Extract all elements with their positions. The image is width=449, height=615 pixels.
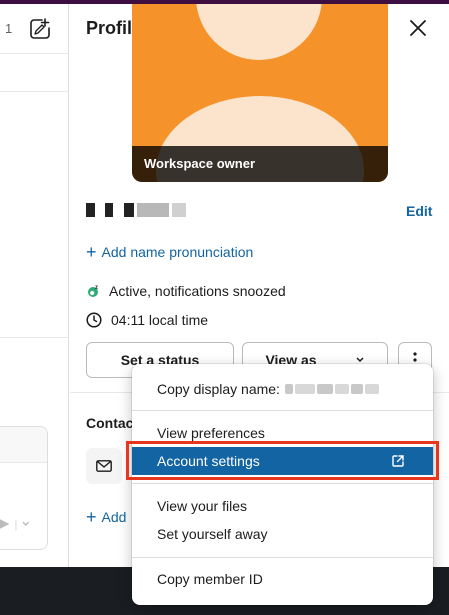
menu-divider bbox=[132, 483, 433, 484]
send-icon[interactable] bbox=[0, 517, 10, 531]
mail-icon bbox=[96, 460, 112, 472]
set-yourself-away-label: Set yourself away bbox=[157, 526, 268, 542]
account-settings-label: Account settings bbox=[157, 453, 260, 469]
plus-icon: + bbox=[86, 242, 97, 262]
active-snoozed-icon: z bbox=[88, 285, 98, 297]
menu-item-set-yourself-away[interactable]: Set yourself away bbox=[132, 520, 433, 548]
svg-text:z: z bbox=[95, 285, 98, 291]
chevron-down-icon[interactable] bbox=[21, 519, 31, 529]
avatar-head bbox=[196, 4, 322, 60]
view-preferences-label: View preferences bbox=[157, 425, 265, 441]
close-icon[interactable] bbox=[406, 16, 430, 40]
add-contact-label: Add bbox=[101, 509, 127, 525]
menu-item-copy-member-id[interactable]: Copy member ID bbox=[132, 565, 433, 593]
menu-item-account-settings[interactable]: Account settings bbox=[132, 447, 433, 475]
divider bbox=[0, 91, 69, 92]
local-time-row: 04:11 local time bbox=[86, 312, 208, 328]
display-name-redacted bbox=[86, 203, 186, 217]
presence-status: Active, notifications snoozed bbox=[109, 283, 286, 299]
conversation-header: 1 bbox=[0, 4, 69, 54]
presence-row: z Active, notifications snoozed bbox=[86, 283, 286, 299]
menu-item-view-your-files[interactable]: View your files bbox=[132, 492, 433, 520]
contact-section-title: Contac bbox=[86, 415, 134, 431]
menu-divider bbox=[132, 557, 433, 558]
menu-item-copy-display-name[interactable]: Copy display name: bbox=[132, 375, 433, 403]
display-name-redacted bbox=[284, 384, 379, 394]
send-controls: | bbox=[0, 513, 31, 535]
view-your-files-label: View your files bbox=[157, 498, 248, 514]
external-link-icon bbox=[392, 455, 404, 467]
copy-member-id-label: Copy member ID bbox=[157, 571, 263, 587]
copy-display-name-label: Copy display name: bbox=[157, 381, 280, 397]
divider bbox=[0, 337, 69, 338]
clock-icon bbox=[86, 312, 102, 328]
composer-toolbar bbox=[0, 427, 47, 463]
role-label: Workspace owner bbox=[144, 156, 256, 171]
email-contact-item[interactable] bbox=[86, 448, 122, 484]
photo-caption: Workspace owner bbox=[132, 146, 388, 182]
member-count[interactable]: 1 bbox=[5, 21, 12, 36]
add-contact-link[interactable]: + Add bbox=[86, 507, 127, 527]
menu-item-view-preferences[interactable]: View preferences bbox=[132, 419, 433, 447]
edit-profile-link[interactable]: Edit bbox=[406, 203, 432, 219]
add-name-pronunciation-link[interactable]: + Add name pronunciation bbox=[86, 242, 254, 262]
conversation-pane: 1 | bbox=[0, 4, 69, 567]
pronunciation-label: Add name pronunciation bbox=[101, 244, 254, 260]
compose-icon[interactable] bbox=[27, 16, 53, 42]
local-time: 04:11 local time bbox=[111, 312, 209, 328]
profile-photo[interactable]: Workspace owner bbox=[132, 4, 388, 182]
menu-divider bbox=[132, 410, 433, 411]
plus-icon: + bbox=[86, 507, 97, 527]
profile-more-menu: Copy display name: View preferences Acco… bbox=[132, 364, 433, 605]
message-composer[interactable]: | bbox=[0, 426, 48, 550]
